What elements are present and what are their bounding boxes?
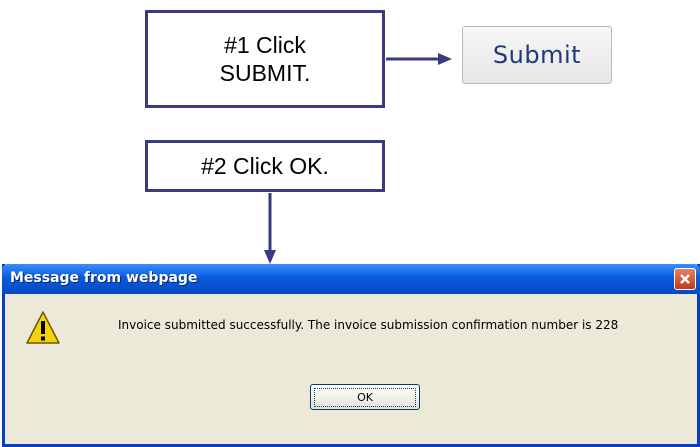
step2-callout-text: #2 Click OK. xyxy=(201,153,329,179)
submit-button[interactable]: Submit xyxy=(462,26,612,84)
close-icon[interactable] xyxy=(674,268,696,290)
arrow-to-submit xyxy=(386,53,452,65)
step1-callout-line1: #1 Click xyxy=(224,32,306,58)
warning-icon xyxy=(26,311,60,344)
ok-button-label: OK xyxy=(314,387,416,407)
dialog-title: Message from webpage xyxy=(10,270,198,286)
message-dialog: Message from webpage Invoice submitted s… xyxy=(2,264,700,447)
step2-callout: #2 Click OK. xyxy=(145,140,385,192)
ok-button[interactable]: OK xyxy=(310,384,420,410)
step1-callout-line2: SUBMIT. xyxy=(219,60,311,86)
step1-callout: #1 Click SUBMIT. xyxy=(145,10,385,108)
dialog-message: Invoice submitted successfully. The invo… xyxy=(118,318,619,332)
submit-button-label: Submit xyxy=(492,41,582,69)
arrow-to-dialog xyxy=(264,193,276,264)
dialog-titlebar[interactable]: Message from webpage xyxy=(2,264,700,294)
